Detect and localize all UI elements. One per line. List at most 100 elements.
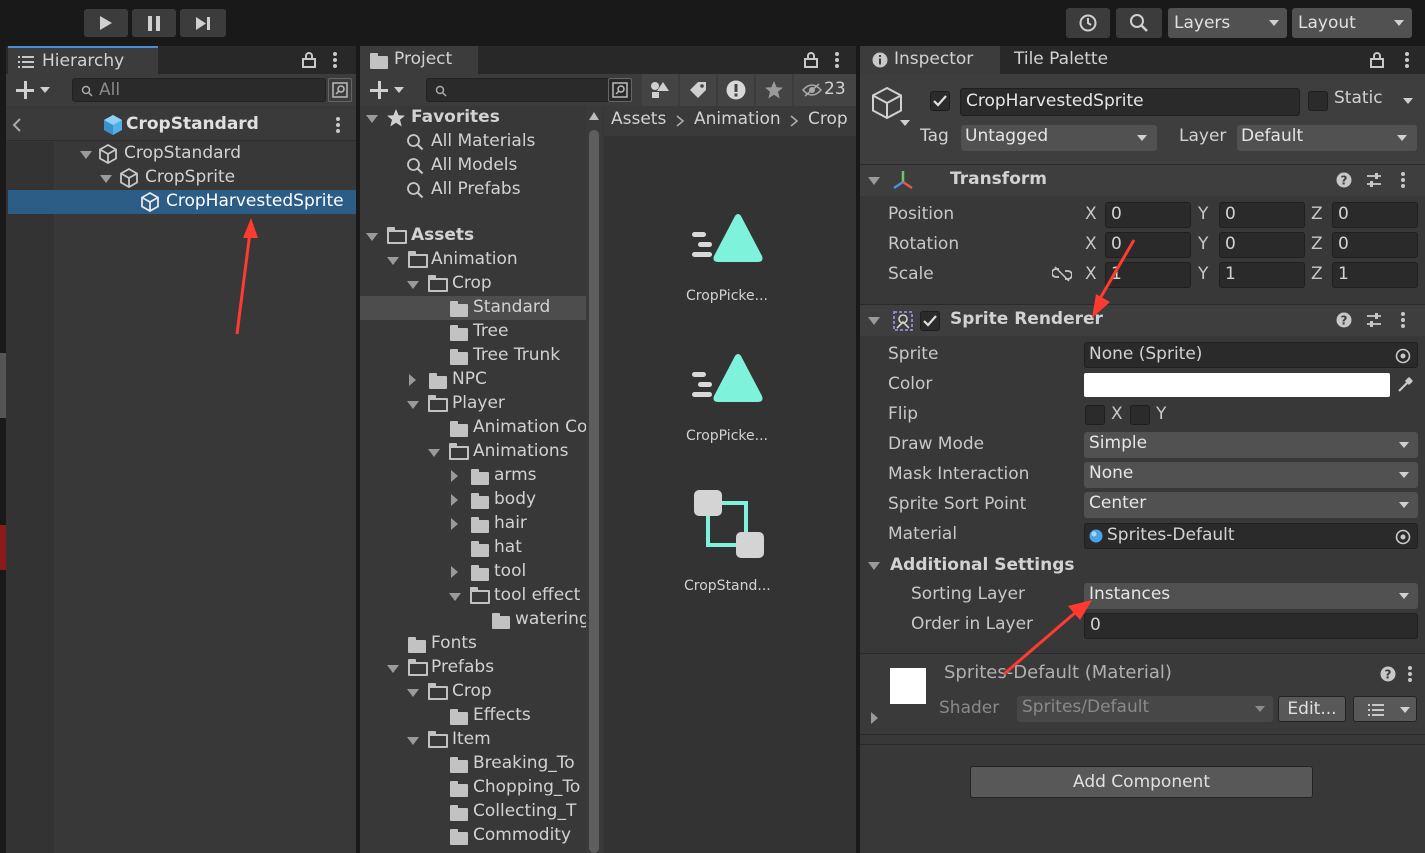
asset-item[interactable]: CropPicke... xyxy=(664,206,794,336)
mask-interaction-dropdown[interactable]: None xyxy=(1084,462,1418,488)
tree-item[interactable]: Commodity xyxy=(360,824,586,848)
shader-dropdown[interactable]: Sprites/Default xyxy=(1017,696,1273,722)
tree-item[interactable]: Chopping_To xyxy=(360,776,586,800)
rotation-y-field[interactable]: 0 xyxy=(1219,232,1305,258)
tree-item[interactable]: Animation Co xyxy=(360,416,587,440)
tab-project[interactable]: Project xyxy=(360,46,478,74)
sprite-field[interactable]: None (Sprite) xyxy=(1084,342,1418,368)
asset-item[interactable]: CropStand... xyxy=(664,486,794,616)
tree-item[interactable]: Crop xyxy=(360,680,586,704)
tree-item[interactable]: Crop xyxy=(360,272,586,296)
active-checkbox[interactable] xyxy=(930,91,950,111)
hierarchy-item[interactable]: CropStandard xyxy=(54,142,356,166)
scale-y-field[interactable]: 1 xyxy=(1219,262,1305,288)
hierarchy-item[interactable]: CropSprite xyxy=(54,166,356,190)
tree-item-selected[interactable]: Standard xyxy=(360,296,586,320)
scene-search-button[interactable] xyxy=(608,78,632,102)
favorites-button[interactable] xyxy=(756,74,792,106)
layout-dropdown[interactable]: Layout xyxy=(1292,8,1412,38)
help-icon[interactable]: ? xyxy=(1336,312,1352,328)
kebab-menu-icon[interactable] xyxy=(335,117,341,133)
sort-point-dropdown[interactable]: Center xyxy=(1084,492,1418,518)
sorting-layer-dropdown[interactable]: Instances xyxy=(1084,583,1418,609)
favorites-item[interactable]: All Models xyxy=(360,154,586,178)
chevron-down-icon[interactable] xyxy=(900,120,910,126)
static-checkbox[interactable] xyxy=(1308,91,1328,111)
hidden-packages-button[interactable]: 23 xyxy=(794,74,856,106)
sprite-renderer-header[interactable]: Sprite Renderer ? xyxy=(860,304,1425,336)
order-in-layer-field[interactable]: 0 xyxy=(1084,613,1418,639)
tree-item[interactable]: tool xyxy=(360,560,586,584)
transform-header[interactable]: Transform ? xyxy=(860,164,1425,196)
filter-label-button[interactable] xyxy=(680,74,716,106)
asset-item[interactable]: CropPicke... xyxy=(664,346,794,476)
tag-dropdown[interactable]: Untagged xyxy=(961,125,1157,151)
tab-tile-palette[interactable]: Tile Palette xyxy=(1002,46,1122,74)
search-button[interactable] xyxy=(1116,8,1162,38)
tree-scrollbar[interactable] xyxy=(586,106,602,853)
tree-item[interactable]: Fonts xyxy=(360,632,586,656)
kebab-menu-icon[interactable] xyxy=(332,52,338,68)
hierarchy-item-selected[interactable]: CropHarvestedSprite xyxy=(8,190,356,214)
filter-type-button[interactable] xyxy=(642,74,678,106)
project-search-input[interactable] xyxy=(426,78,632,102)
tree-item[interactable]: hair xyxy=(360,512,586,536)
rotation-z-field[interactable]: 0 xyxy=(1332,232,1418,258)
scene-visibility-button[interactable] xyxy=(328,78,352,102)
object-name-field[interactable]: CropHarvestedSprite xyxy=(960,88,1300,116)
tree-item[interactable]: Tree xyxy=(360,320,586,344)
favorites-item[interactable]: All Materials xyxy=(360,130,586,154)
warnings-button[interactable] xyxy=(718,74,754,106)
help-icon[interactable]: ? xyxy=(1336,172,1352,188)
tree-item[interactable]: Tree Trunk xyxy=(360,344,586,368)
history-button[interactable] xyxy=(1066,8,1110,38)
scale-z-field[interactable]: 1 xyxy=(1332,262,1418,288)
tree-item[interactable]: body xyxy=(360,488,586,512)
play-button[interactable] xyxy=(84,9,128,37)
tree-item[interactable]: Effects xyxy=(360,704,586,728)
chevron-down-icon[interactable] xyxy=(1403,98,1413,104)
favorites-header[interactable]: Favorites xyxy=(360,106,586,130)
eyedropper-icon[interactable] xyxy=(1396,376,1414,394)
material-field[interactable]: Sprites-Default xyxy=(1084,523,1418,549)
presets-icon[interactable] xyxy=(1366,172,1382,188)
tree-item[interactable]: Assets xyxy=(360,224,586,248)
breadcrumb-item[interactable]: Animation xyxy=(694,109,781,129)
kebab-menu-icon[interactable] xyxy=(834,52,840,68)
flip-x-checkbox[interactable] xyxy=(1085,405,1105,425)
layer-dropdown[interactable]: Default xyxy=(1237,125,1417,151)
tree-item[interactable]: Prefabs xyxy=(360,656,586,680)
hierarchy-search-input[interactable]: All xyxy=(72,78,326,102)
draw-mode-dropdown[interactable]: Simple xyxy=(1084,432,1418,458)
kebab-menu-icon[interactable] xyxy=(1404,52,1410,68)
scrollbar-thumb[interactable] xyxy=(589,130,599,853)
presets-icon[interactable] xyxy=(1366,312,1382,328)
tab-hierarchy[interactable]: Hierarchy xyxy=(8,46,158,74)
object-picker-icon[interactable] xyxy=(1395,529,1411,545)
create-button[interactable] xyxy=(368,78,410,102)
breadcrumb-item[interactable]: Crop xyxy=(808,109,848,129)
position-x-field[interactable]: 0 xyxy=(1105,202,1191,228)
create-button[interactable] xyxy=(14,78,56,102)
back-arrow-icon[interactable] xyxy=(12,118,22,132)
tree-item[interactable]: Player xyxy=(360,392,586,416)
step-button[interactable] xyxy=(180,9,226,37)
pause-button[interactable] xyxy=(132,9,176,37)
tree-item[interactable]: Breaking_To xyxy=(360,752,586,776)
sprite-renderer-enabled-checkbox[interactable] xyxy=(920,311,940,331)
kebab-menu-icon[interactable] xyxy=(1400,312,1406,328)
tree-item[interactable]: Animation xyxy=(360,248,586,272)
flip-y-checkbox[interactable] xyxy=(1130,405,1150,425)
lock-icon[interactable] xyxy=(804,52,818,68)
edit-shader-button[interactable]: Edit... xyxy=(1278,696,1346,722)
lock-icon[interactable] xyxy=(1370,52,1384,68)
unlink-icon[interactable] xyxy=(1052,266,1072,282)
tree-item[interactable]: arms xyxy=(360,464,586,488)
position-z-field[interactable]: 0 xyxy=(1332,202,1418,228)
position-y-field[interactable]: 0 xyxy=(1219,202,1305,228)
breadcrumb-item[interactable]: Assets xyxy=(611,109,666,129)
layers-dropdown[interactable]: Layers xyxy=(1168,8,1287,38)
kebab-menu-icon[interactable] xyxy=(1400,172,1406,188)
shader-options-button[interactable] xyxy=(1353,696,1417,722)
tab-inspector[interactable]: Inspector xyxy=(860,46,1000,74)
